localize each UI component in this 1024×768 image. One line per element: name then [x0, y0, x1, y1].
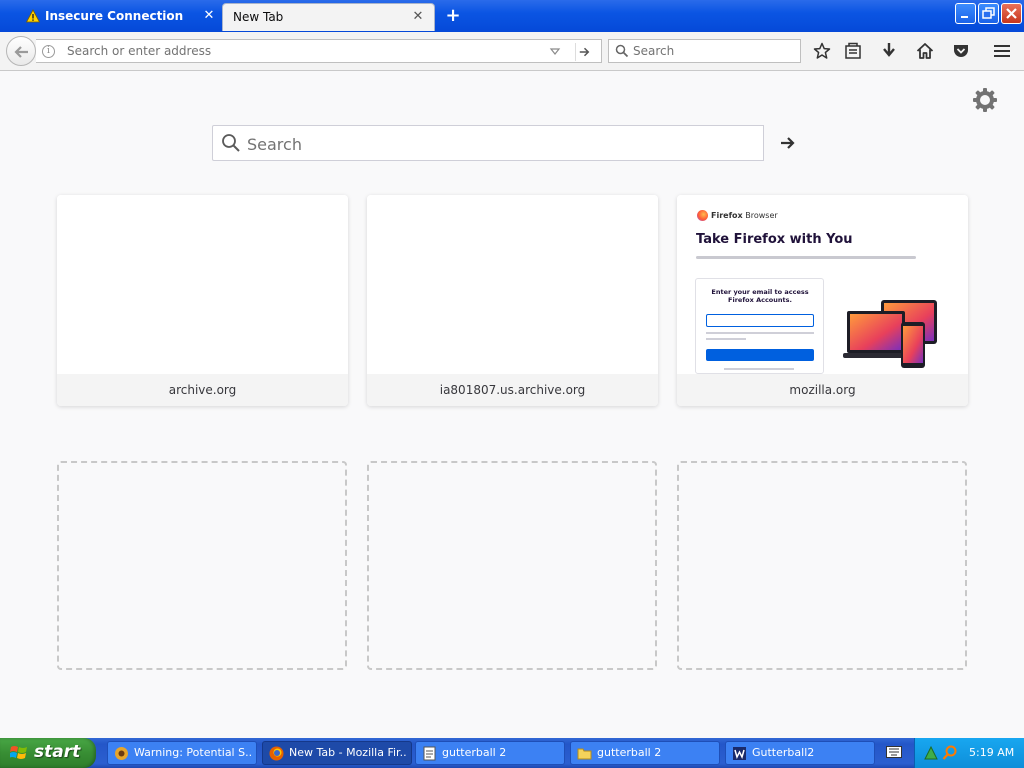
tab-label: New Tab — [233, 10, 284, 24]
tile-thumbnail — [57, 195, 348, 374]
tab-close-icon[interactable]: ✕ — [410, 9, 426, 25]
preview-card-heading: Enter your email to access Firefox Accou… — [711, 288, 809, 304]
search-submit-button[interactable] — [763, 125, 812, 161]
newtab-search-input[interactable] — [247, 134, 757, 154]
tile-label: ia801807.us.archive.org — [439, 383, 586, 397]
url-input[interactable] — [67, 43, 537, 59]
firefox-icon — [269, 746, 284, 761]
keyboard-icon[interactable] — [886, 746, 902, 758]
taskbar-item-game[interactable]: Gutterball2 — [725, 741, 875, 765]
warning-app-icon — [115, 747, 128, 760]
start-label: start — [34, 742, 81, 762]
windows-logo-icon — [10, 746, 27, 759]
system-tray: 5:19 AM — [914, 738, 1024, 768]
empty-top-site-slot[interactable] — [367, 461, 657, 670]
windows-taskbar: start Warning: Potential S... New Tab - … — [0, 738, 1024, 768]
arrow-right-icon — [781, 137, 795, 149]
site-info-icon[interactable]: i — [42, 45, 55, 58]
preview-brand: Firefox Browser — [711, 211, 778, 220]
taskbar-item-notepad[interactable]: gutterball 2 — [415, 741, 565, 765]
notepad-icon — [423, 746, 436, 761]
pocket-icon[interactable] — [950, 40, 972, 62]
taskbar-item-label: Warning: Potential S... — [134, 746, 252, 759]
tab-label: Insecure Connection — [45, 9, 184, 23]
search-icon — [615, 44, 629, 58]
tab-new-tab[interactable]: New Tab ✕ — [222, 3, 435, 31]
restore-icon[interactable] — [978, 3, 999, 24]
library-icon[interactable] — [842, 40, 864, 62]
chevron-down-icon[interactable] — [548, 44, 562, 58]
back-button[interactable] — [6, 36, 36, 66]
search-tray-icon[interactable] — [942, 745, 958, 761]
tile-label: archive.org — [168, 383, 237, 397]
taskbar-item-warning[interactable]: Warning: Potential S... — [107, 741, 257, 765]
taskbar-item-label: New Tab - Mozilla Fir... — [289, 746, 407, 759]
search-input[interactable] — [633, 43, 793, 59]
bookmark-star-icon[interactable] — [811, 40, 833, 62]
tile-thumbnail: Firefox Browser Take Firefox with You En… — [677, 195, 968, 374]
game-icon — [733, 747, 746, 760]
taskbar-item-label: gutterball 2 — [442, 746, 507, 759]
tab-close-icon[interactable]: ✕ — [201, 8, 217, 24]
warning-icon — [26, 9, 40, 23]
devices-illustration — [843, 300, 937, 368]
download-icon[interactable] — [878, 40, 900, 62]
newtab-search-box[interactable] — [212, 125, 812, 161]
clock: 5:19 AM — [969, 746, 1015, 759]
top-site-tile[interactable]: ia801807.us.archive.org — [367, 195, 658, 406]
back-arrow-icon — [14, 46, 28, 58]
navigation-toolbar: i — [0, 32, 1024, 71]
tile-thumbnail — [367, 195, 658, 374]
window-close-icon[interactable] — [1001, 3, 1022, 24]
empty-top-site-slot[interactable] — [677, 461, 967, 670]
menu-icon[interactable] — [991, 40, 1013, 62]
go-arrow-icon[interactable] — [575, 43, 593, 61]
top-site-tile[interactable]: Firefox Browser Take Firefox with You En… — [677, 195, 968, 406]
new-tab-plus-icon[interactable]: + — [443, 6, 463, 26]
taskbar-item-firefox[interactable]: New Tab - Mozilla Fir... — [262, 741, 412, 765]
taskbar-item-label: Gutterball2 — [752, 746, 815, 759]
browser-titlebar: Insecure Connection ✕ New Tab ✕ + — [0, 0, 1024, 32]
firefox-logo-icon — [697, 210, 708, 221]
top-site-tile[interactable]: archive.org — [57, 195, 348, 406]
minimize-icon[interactable] — [955, 3, 976, 24]
network-icon[interactable] — [923, 745, 939, 761]
taskbar-item-folder[interactable]: gutterball 2 — [570, 741, 720, 765]
taskbar-item-label: gutterball 2 — [597, 746, 662, 759]
search-bar[interactable] — [608, 39, 801, 63]
preview-signin-card: Enter your email to access Firefox Accou… — [695, 278, 824, 374]
preview-title: Take Firefox with You — [696, 232, 853, 247]
tab-insecure-connection[interactable]: Insecure Connection ✕ — [17, 3, 223, 31]
url-bar[interactable]: i — [36, 39, 602, 63]
folder-icon — [577, 748, 592, 760]
start-button[interactable]: start — [0, 738, 96, 768]
search-icon — [222, 134, 240, 152]
home-icon[interactable] — [914, 40, 936, 62]
tile-label: mozilla.org — [789, 383, 856, 397]
empty-top-site-slot[interactable] — [57, 461, 347, 670]
gear-icon[interactable] — [970, 85, 1000, 115]
